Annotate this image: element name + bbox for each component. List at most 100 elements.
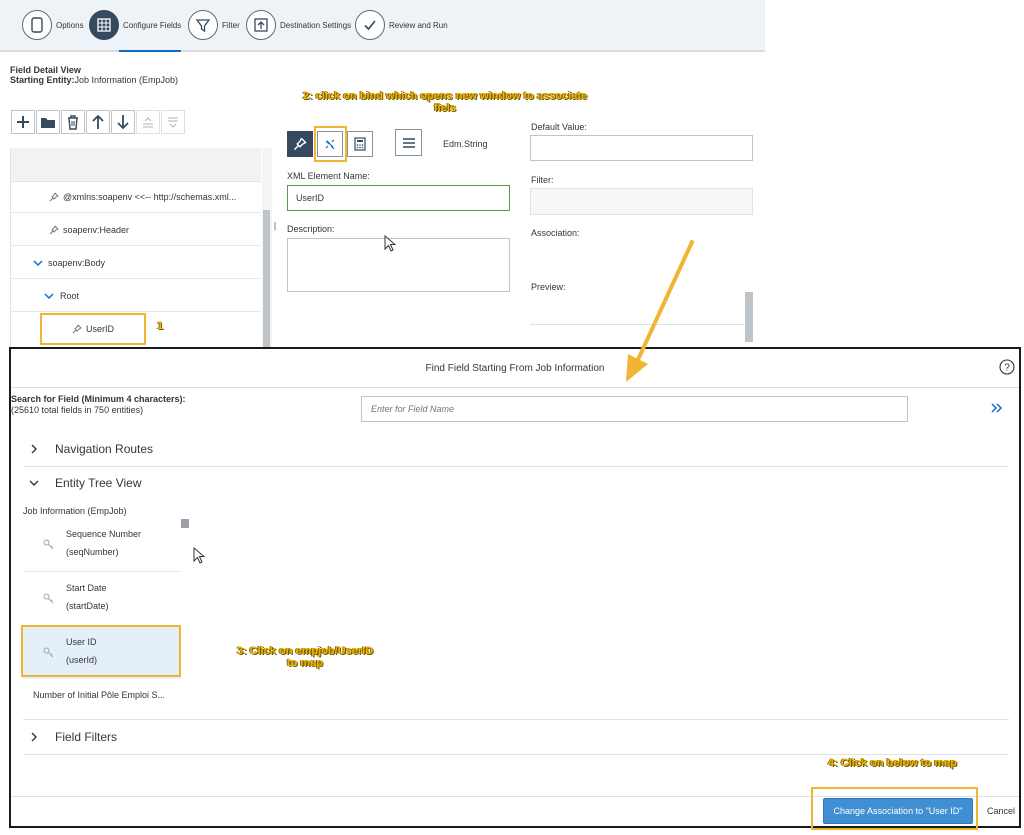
dialog-header: Find Field Starting From Job Information…: [11, 349, 1019, 388]
field-type: Edm.String: [443, 139, 488, 149]
checkmark-icon: [355, 10, 385, 40]
tree-row[interactable]: soapenv:Body: [11, 247, 261, 279]
xml-element-name-input[interactable]: UserID: [287, 185, 510, 211]
expand-all-button[interactable]: [161, 110, 185, 134]
wizard-step-label: Review and Run: [389, 20, 448, 30]
filter-input[interactable]: [530, 188, 753, 215]
splitter-handle[interactable]: [274, 222, 276, 230]
section-label: Navigation Routes: [55, 442, 154, 456]
wizard-step-label: Configure Fields: [123, 20, 182, 30]
collapse-all-button[interactable]: [136, 110, 160, 134]
expand-icon: [168, 117, 178, 128]
association-label: Association:: [531, 228, 580, 238]
entity-field-code: (seqNumber): [66, 547, 119, 557]
table-grid-icon: [89, 10, 119, 40]
pin-icon: [293, 137, 307, 151]
double-chevron-right-icon[interactable]: [991, 403, 1003, 413]
section-navigation-routes[interactable]: Navigation Routes: [23, 432, 1009, 467]
section-label: Field Filters: [55, 730, 118, 744]
tree-header: [11, 148, 261, 182]
tree-row-label: soapenv:Header: [63, 224, 130, 235]
filter-funnel-icon: [188, 10, 218, 40]
chevron-right-icon: [31, 444, 37, 454]
filter-label: Filter:: [531, 175, 554, 185]
entity-field-code: (startDate): [66, 601, 109, 611]
default-value-label: Default Value:: [531, 122, 587, 132]
find-field-dialog: Find Field Starting From Job Information…: [9, 347, 1021, 828]
default-value-input[interactable]: [530, 135, 753, 161]
starting-entity-value: Job Information (EmpJob): [74, 75, 179, 85]
hamburger-menu-icon: [402, 137, 415, 148]
annotation-3-line2: to map: [286, 657, 324, 669]
annotation-2-line1: 2: click on bind which opens new window …: [302, 90, 588, 102]
key-icon: [43, 539, 54, 550]
wizard-step-label: Options: [56, 20, 84, 30]
wizard-step-options[interactable]: Options: [22, 8, 84, 42]
tree-row[interactable]: soapenv:Header: [11, 214, 261, 246]
add-folder-button[interactable]: [36, 110, 60, 134]
highlight-box-userid: [40, 313, 146, 345]
wizard-step-filter[interactable]: Filter: [188, 8, 240, 42]
wizard-step-configure-fields[interactable]: Configure Fields: [89, 8, 182, 52]
tree-scrollbar-thumb[interactable]: [263, 210, 270, 348]
starting-entity: Starting Entity:Job Information (EmpJob): [10, 75, 178, 85]
entity-field-item[interactable]: Sequence Number (seqNumber): [23, 519, 181, 572]
pin-icon: [49, 192, 59, 201]
pin-icon: [49, 225, 59, 234]
plus-icon: [17, 116, 29, 128]
wizard-step-label: Destination Settings: [280, 20, 352, 30]
wizard-step-destination-settings[interactable]: Destination Settings: [246, 8, 351, 42]
chevron-down-icon[interactable]: [44, 292, 54, 300]
folder-icon: [41, 118, 55, 128]
entity-tree-scrollbar-thumb[interactable]: [181, 519, 189, 528]
move-down-button[interactable]: [111, 110, 135, 134]
move-up-button[interactable]: [86, 110, 110, 134]
tree-row-label: @xmlns:soapenv <<-- http://schemas.xml..…: [63, 191, 237, 202]
wizard-step-bar: Options Configure Fields Filter Destinat…: [0, 0, 765, 52]
arrow-down-icon: [117, 115, 129, 130]
annotation-3: 3: Click on empjob/UserID to map: [215, 645, 395, 669]
chevron-down-icon[interactable]: [33, 259, 43, 267]
help-icon[interactable]: ?: [999, 359, 1015, 375]
tree-row[interactable]: Root: [11, 280, 261, 312]
wizard-step-label: Filter: [222, 20, 240, 30]
section-label: Entity Tree View: [55, 476, 142, 490]
description-input[interactable]: [287, 238, 510, 292]
entity-field-item[interactable]: Start Date (startDate): [23, 573, 181, 625]
description-label: Description:: [287, 224, 335, 234]
tree-row[interactable]: @xmlns:soapenv <<-- http://schemas.xml..…: [11, 181, 261, 213]
annotation-3-line1: 3: Click on empjob/UserID: [236, 645, 374, 657]
svg-text:?: ?: [1004, 363, 1010, 374]
delete-button[interactable]: [61, 110, 85, 134]
search-input[interactable]: [361, 396, 908, 422]
document-icon: [22, 10, 52, 40]
search-label: Search for Field (Minimum 4 characters):: [11, 394, 186, 404]
field-type-menu-button[interactable]: [395, 129, 422, 156]
highlight-box-userid-field: [21, 625, 181, 677]
cancel-button[interactable]: Cancel: [987, 806, 1015, 816]
calculated-field-button[interactable]: [347, 131, 373, 157]
wizard-step-review-and-run[interactable]: Review and Run: [355, 8, 448, 42]
highlight-box-change-association: [811, 787, 978, 830]
dialog-title: Find Field Starting From Job Information: [425, 362, 605, 374]
entity-tree-root[interactable]: Job Information (EmpJob): [23, 506, 127, 516]
preview-scrollbar-thumb[interactable]: [745, 292, 753, 342]
section-field-filters[interactable]: Field Filters: [23, 719, 1009, 755]
search-count: (25610 total fields in 750 entities): [11, 405, 144, 415]
xml-element-name-value: UserID: [296, 193, 325, 203]
tree-toolbar: [11, 110, 186, 138]
cursor-arrow-icon: [193, 547, 205, 564]
section-entity-tree-view[interactable]: Entity Tree View: [23, 466, 1009, 500]
add-button[interactable]: [11, 110, 35, 134]
entity-field-name: Sequence Number: [66, 529, 142, 539]
chevron-down-icon: [29, 480, 39, 486]
tree-row-label: soapenv:Body: [48, 257, 106, 268]
collapse-icon: [143, 117, 153, 128]
chevron-right-icon: [31, 732, 37, 742]
annotation-2: 2: click on bind which opens new window …: [275, 90, 615, 114]
annotation-arrow: [626, 240, 694, 382]
entity-field-item[interactable]: Number of Initial Pôle Emploi S...: [33, 690, 165, 700]
annotation-4: 4: Click on below to map: [828, 757, 957, 769]
field-detail-title: Field Detail View: [10, 65, 81, 75]
pin-button[interactable]: [287, 131, 313, 157]
